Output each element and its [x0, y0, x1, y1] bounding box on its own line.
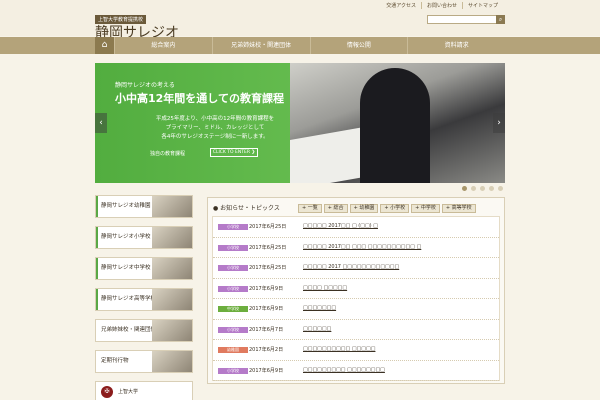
tab-kindergarten[interactable]: + 幼稚園: [349, 204, 379, 213]
hero-slider[interactable]: 静岡サレジオの考える 小中高12年間を通しての教育課程 平成25年度より、小中高…: [95, 63, 505, 183]
search-input[interactable]: [427, 15, 505, 24]
news-link[interactable]: □□□□□□□: [303, 305, 336, 311]
news-date: 2017年6月25日: [249, 265, 287, 271]
news-date: 2017年6月9日: [249, 306, 284, 312]
news-item[interactable]: 小学校 2017年6月9日 □□□□ □□□□□: [213, 279, 499, 299]
nav-item-disclosure[interactable]: 情報公開: [309, 37, 408, 54]
tab-general[interactable]: + 総合: [323, 204, 348, 213]
search-icon[interactable]: ⌕: [496, 15, 505, 24]
news-link[interactable]: □□□□□□□□□□ □□□□□: [303, 346, 375, 352]
category-badge: 小学校: [218, 326, 248, 333]
news-date: 2017年6月7日: [249, 326, 284, 333]
news-date: 2017年6月9日: [249, 367, 284, 374]
news-date: 2017年6月25日: [249, 244, 287, 251]
news-date: 2017年6月9日: [249, 285, 284, 292]
news-item[interactable]: 幼稚園 2017年6月2日 □□□□□□□□□□ □□□□□: [213, 340, 499, 361]
sidebar-thumb: [152, 289, 192, 310]
utility-nav: 交通アクセス お問い合わせ サイトマップ: [381, 2, 503, 9]
nav-item-related[interactable]: 兄弟姉妹校・関連団体: [211, 37, 310, 54]
slider-dot[interactable]: [471, 186, 476, 191]
sidebar-item-high-school[interactable]: 静岡サレジオ高等学校: [95, 288, 193, 311]
utility-link-sitemap[interactable]: サイトマップ: [463, 2, 503, 9]
slider-next-icon[interactable]: ›: [493, 113, 505, 133]
sidebar-item-label: 静岡サレジオ中学校: [101, 265, 151, 271]
news-title: ● お知らせ・トピックス: [213, 205, 280, 212]
slider-dot[interactable]: [498, 186, 503, 191]
news-item[interactable]: 小学校 2017年6月25日 □□□□□ 2017 □□□□□□□□□□□□: [213, 258, 499, 279]
slider-dot[interactable]: [480, 186, 485, 191]
sidebar-item-label: 上智大学: [118, 389, 139, 395]
category-badge: 小学校: [218, 265, 248, 271]
sidebar-item-publications[interactable]: 定期刊行物: [95, 350, 193, 373]
hero-kicker: 静岡サレジオの考える: [115, 82, 175, 89]
click-to-enter-button[interactable]: CLICK TO ENTER ❯: [210, 148, 258, 157]
sidebar-item-label: 静岡サレジオ高等学校: [101, 296, 157, 302]
category-badge: 小学校: [218, 224, 248, 230]
site-header: 上智大学教育提携校 静岡サレジオ SHIZUOKA SALESIO 交通アクセス…: [0, 0, 600, 46]
category-badge: 幼稚園: [218, 347, 248, 353]
news-item[interactable]: 小学校 2017年6月7日 □□□□□□: [213, 320, 499, 340]
news-link[interactable]: □□□□□□□□□ □□□□□□□□: [303, 367, 385, 373]
utility-link-access[interactable]: 交通アクセス: [381, 2, 422, 9]
sidebar-item-label: 兄弟姉妹校・関連団体: [101, 327, 157, 333]
tab-high-school[interactable]: + 高等学校: [441, 204, 476, 213]
utility-link-contact[interactable]: お問い合わせ: [422, 2, 463, 9]
news-item[interactable]: 中学校 2017年6月9日 □□□□□□□: [213, 299, 499, 320]
hero-photo: [290, 63, 505, 183]
slider-prev-icon[interactable]: ‹: [95, 113, 107, 133]
sidebar: 静岡サレジオ幼稚園 静岡サレジオ小学校 静岡サレジオ中学校 静岡サレジオ高等学校…: [95, 195, 193, 400]
news-list: 小学校 2017年6月25日 □□□□□ 2017□□ □ (□□) □ 小学校 201…: [212, 216, 500, 381]
news-link[interactable]: □□□□□ 2017□□ □□□ □□□□□□□□□□ □: [303, 244, 421, 250]
sidebar-thumb: [152, 258, 192, 279]
tab-elementary[interactable]: + 小学校: [380, 204, 410, 213]
sidebar-item-junior-high[interactable]: 静岡サレジオ中学校: [95, 257, 193, 280]
category-badge: 中学校: [218, 306, 248, 312]
sidebar-item-label: 静岡サレジオ小学校: [101, 234, 151, 240]
sidebar-item-label: 静岡サレジオ幼稚園: [101, 203, 151, 209]
news-item[interactable]: 小学校 2017年6月25日 □□□□□ 2017□□ □ (□□) □: [213, 217, 499, 238]
news-date: 2017年6月25日: [249, 224, 287, 230]
news-item[interactable]: 小学校 2017年6月9日 □□□□□□□□□ □□□□□□□□: [213, 361, 499, 381]
hero-title: 小中高12年間を通しての教育課程: [115, 92, 284, 105]
category-badge: 小学校: [218, 244, 248, 251]
photo-paper: [290, 125, 370, 183]
news-link[interactable]: □□□□□□: [303, 326, 331, 332]
sidebar-thumb: [152, 227, 192, 248]
accent-bar: [96, 227, 98, 248]
news-item[interactable]: 小学校 2017年6月25日 □□□□□ 2017□□ □□□ □□□□□□□□□□…: [213, 238, 499, 258]
sidebar-item-related[interactable]: 兄弟姉妹校・関連団体: [95, 319, 193, 342]
slider-dots: [462, 186, 503, 191]
hero-body: 平成25年度より、小中高の12年間の教育課程を プライマリー、ミドル、カレッジと…: [155, 116, 275, 140]
news-link[interactable]: □□□□ □□□□□: [303, 285, 347, 291]
news-link[interactable]: □□□□□ 2017□□ □ (□□) □: [303, 223, 378, 229]
category-badge: 小学校: [218, 285, 248, 292]
news-date: 2017年6月2日: [249, 347, 284, 353]
tab-all[interactable]: + 一覧: [298, 204, 322, 213]
affiliation-badge: 上智大学教育提携校: [95, 15, 147, 24]
sidebar-item-kindergarten[interactable]: 静岡サレジオ幼稚園: [95, 195, 193, 218]
hero-link-label: 独自の教育課程: [150, 151, 186, 157]
global-nav: ⌂ 総合案内 兄弟姉妹校・関連団体 情報公開 資料請求: [0, 37, 600, 54]
sidebar-thumb: [152, 351, 192, 372]
accent-bar: [96, 196, 98, 217]
photo-student: [360, 68, 430, 183]
news-panel: ● お知らせ・トピックス + 一覧 + 総合 + 幼稚園 + 小学校 + 中学校…: [207, 197, 505, 384]
accent-bar: [96, 258, 98, 279]
sidebar-item-sophia[interactable]: ✠ 上智大学: [95, 381, 193, 400]
sidebar-thumb: [152, 196, 192, 217]
home-icon[interactable]: ⌂: [95, 37, 114, 54]
nav-item-request[interactable]: 資料請求: [407, 37, 505, 54]
news-link[interactable]: □□□□□ 2017 □□□□□□□□□□□□: [303, 264, 399, 270]
sidebar-thumb: [152, 320, 192, 341]
sidebar-item-label: 定期刊行物: [101, 358, 129, 364]
nav-item-overview[interactable]: 総合案内: [114, 37, 212, 54]
slider-dot[interactable]: [462, 186, 467, 191]
slider-dot[interactable]: [489, 186, 494, 191]
news-tabs: + 一覧 + 総合 + 幼稚園 + 小学校 + 中学校 + 高等学校: [298, 204, 476, 213]
tab-junior-high[interactable]: + 中学校: [411, 204, 440, 213]
sophia-crest-icon: ✠: [101, 386, 113, 398]
accent-bar: [96, 289, 98, 310]
sidebar-item-elementary[interactable]: 静岡サレジオ小学校: [95, 226, 193, 249]
category-badge: 小学校: [218, 367, 248, 374]
